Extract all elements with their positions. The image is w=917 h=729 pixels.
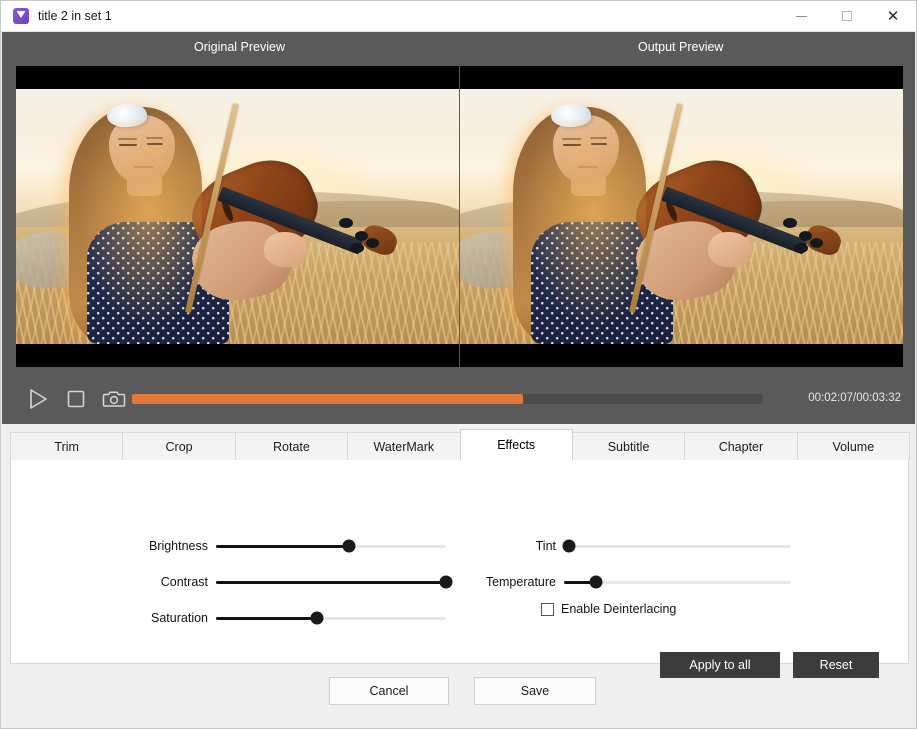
contrast-slider-thumb[interactable] <box>440 576 453 589</box>
brightness-slider-row: Brightness <box>136 536 446 556</box>
save-button[interactable]: Save <box>474 677 596 705</box>
playback-progress-bar[interactable] <box>132 394 763 404</box>
scene-girl-hand <box>708 232 752 268</box>
effects-editor-window: title 2 in set 1 ✕ Original Preview Outp… <box>0 0 917 729</box>
maximize-icon <box>842 11 852 21</box>
close-button[interactable]: ✕ <box>870 1 916 32</box>
tab-trim[interactable]: Trim <box>10 432 123 460</box>
temperature-slider-row: Temperature <box>466 572 791 592</box>
tab-label: Trim <box>54 440 79 454</box>
output-preview-label: Output Preview <box>638 40 723 54</box>
scene-violin-peg <box>783 218 796 228</box>
tint-slider[interactable] <box>564 545 791 548</box>
tab-subtitle[interactable]: Subtitle <box>572 432 685 460</box>
scene-rim-light <box>69 120 202 344</box>
tab-label: Rotate <box>273 440 310 454</box>
temperature-slider[interactable] <box>564 581 791 584</box>
tab-chapter[interactable]: Chapter <box>684 432 797 460</box>
deinterlacing-checkbox[interactable] <box>541 603 554 616</box>
play-icon <box>28 388 48 410</box>
minimize-button[interactable] <box>778 1 824 32</box>
playback-progress-fill <box>132 394 523 404</box>
scene-rim-light <box>513 120 646 344</box>
temperature-slider-thumb[interactable] <box>589 576 602 589</box>
saturation-slider[interactable] <box>216 617 446 620</box>
tab-strip: Trim Crop Rotate WaterMark Effects Subti… <box>10 432 909 460</box>
saturation-slider-row: Saturation <box>136 608 446 628</box>
tab-label: Subtitle <box>608 440 650 454</box>
tab-label: Effects <box>497 438 535 452</box>
brightness-slider-thumb[interactable] <box>343 540 356 553</box>
saturation-slider-thumb[interactable] <box>311 612 324 625</box>
contrast-label: Contrast <box>136 575 208 589</box>
tab-label: WaterMark <box>373 440 434 454</box>
temperature-label: Temperature <box>466 575 556 589</box>
title-bar: title 2 in set 1 ✕ <box>1 1 916 32</box>
tint-label: Tint <box>466 539 556 553</box>
app-logo-icon <box>13 8 29 24</box>
minimize-icon <box>796 16 807 17</box>
deinterlacing-label: Enable Deinterlacing <box>561 602 676 616</box>
apply-to-all-button[interactable]: Apply to all <box>660 652 780 678</box>
preview-area: Original Preview Output Preview <box>2 32 915 424</box>
close-icon: ✕ <box>887 9 900 24</box>
tab-label: Chapter <box>719 440 763 454</box>
scene-girl-hand <box>264 232 308 268</box>
camera-icon <box>102 389 126 409</box>
tint-slider-thumb[interactable] <box>562 540 575 553</box>
window-title: title 2 in set 1 <box>38 9 112 23</box>
tab-label: Volume <box>832 440 874 454</box>
snapshot-button[interactable] <box>97 385 131 413</box>
original-preview-label: Original Preview <box>194 40 285 54</box>
brightness-slider[interactable] <box>216 545 446 548</box>
editor-panel: Trim Crop Rotate WaterMark Effects Subti… <box>10 432 909 664</box>
cancel-button[interactable]: Cancel <box>329 677 449 705</box>
window-controls: ✕ <box>778 1 916 32</box>
tint-slider-row: Tint <box>466 536 791 556</box>
tab-volume[interactable]: Volume <box>797 432 910 460</box>
saturation-label: Saturation <box>136 611 208 625</box>
tab-watermark[interactable]: WaterMark <box>347 432 460 460</box>
stop-button[interactable] <box>59 385 93 413</box>
preview-labels: Original Preview Output Preview <box>2 32 915 62</box>
tab-label: Crop <box>166 440 193 454</box>
brightness-slider-fill <box>216 545 349 548</box>
play-button[interactable] <box>21 385 55 413</box>
maximize-button[interactable] <box>824 1 870 32</box>
output-preview-frame <box>460 89 903 344</box>
deinterlacing-row[interactable]: Enable Deinterlacing <box>541 602 676 616</box>
stop-icon <box>66 389 86 409</box>
original-preview-video[interactable] <box>16 66 459 367</box>
saturation-slider-fill <box>216 617 317 620</box>
tab-effects[interactable]: Effects <box>460 429 573 460</box>
brightness-label: Brightness <box>136 539 208 553</box>
contrast-slider[interactable] <box>216 581 446 584</box>
original-preview-frame <box>16 89 459 344</box>
contrast-slider-fill <box>216 581 446 584</box>
playback-time-label: 00:02:07/00:03:32 <box>808 392 901 404</box>
tab-rotate[interactable]: Rotate <box>235 432 348 460</box>
scene-violin-peg <box>339 218 352 228</box>
reset-button[interactable]: Reset <box>793 652 879 678</box>
effects-tab-panel: Brightness Contrast Saturation <box>10 460 909 664</box>
tab-crop[interactable]: Crop <box>122 432 235 460</box>
output-preview-video[interactable] <box>460 66 903 367</box>
contrast-slider-row: Contrast <box>136 572 446 592</box>
